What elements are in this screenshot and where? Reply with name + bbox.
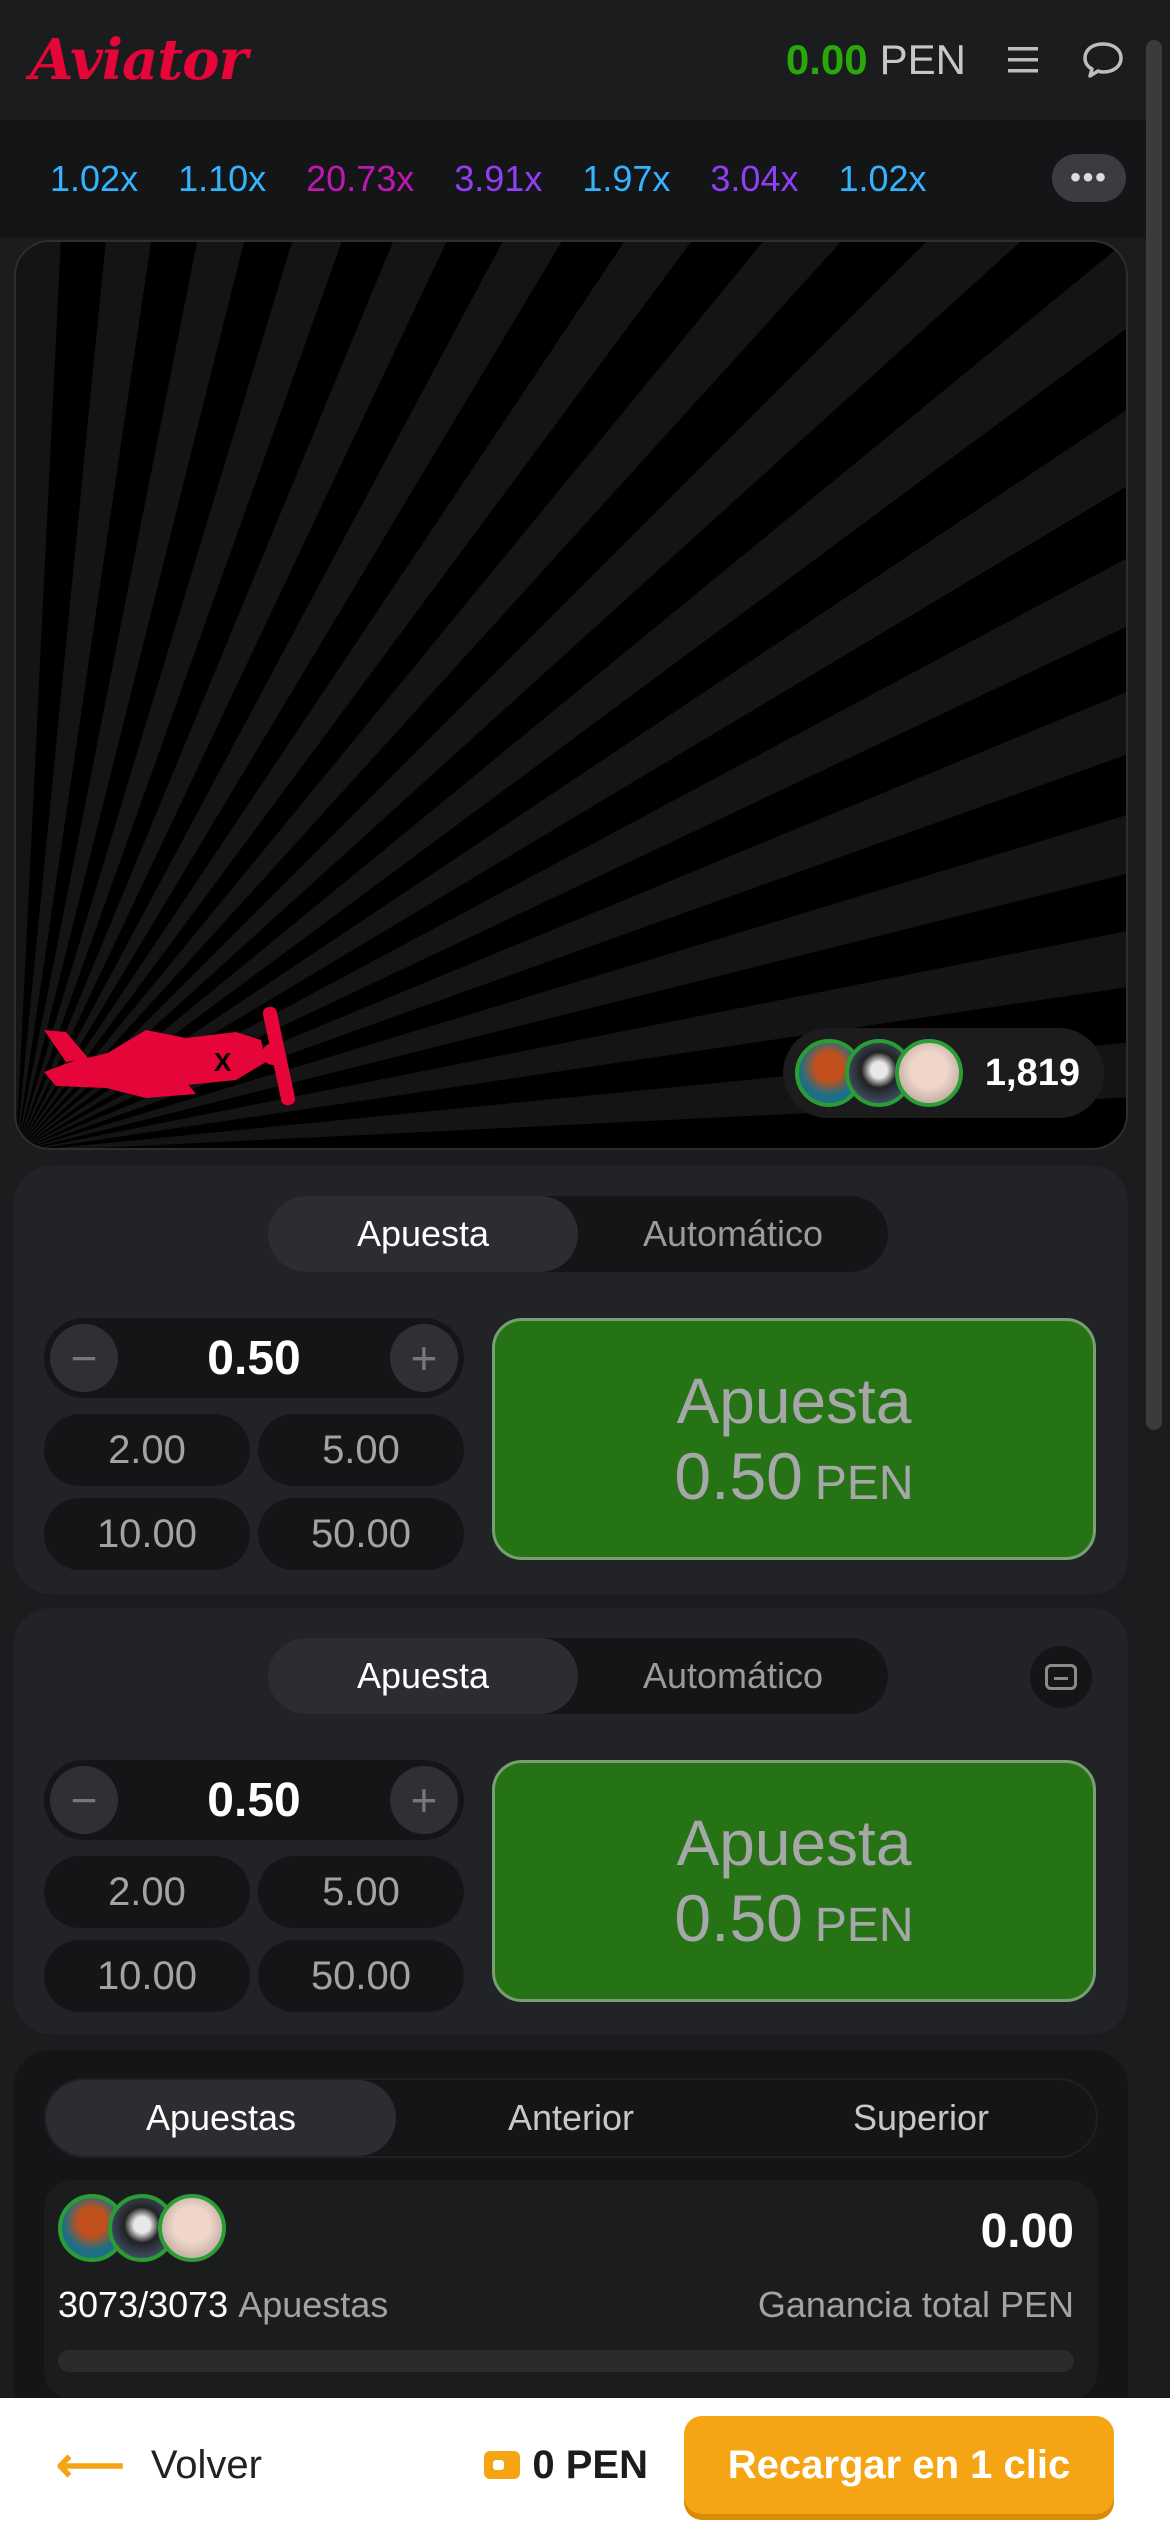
place-bet-button[interactable]: Apuesta 0.50 PEN [492, 1760, 1096, 2002]
bet-amount-stepper: − 0.50 + [44, 1318, 464, 1398]
bets-tabs: Apuestas Anterior Superior [44, 2078, 1098, 2158]
bottom-bar: ⟵ Volver 0 PEN Recargar en 1 clic [0, 2398, 1170, 2532]
more-history-button[interactable]: ••• [1052, 154, 1126, 202]
bet-button-currency: PEN [814, 1457, 914, 1510]
tab-automatico[interactable]: Automático [578, 1638, 888, 1714]
game-canvas: X 1,819 [14, 240, 1128, 1150]
tab-apuesta[interactable]: Apuesta [268, 1196, 578, 1272]
sunburst-background: X [16, 242, 1126, 1148]
quick-amount-button[interactable]: 2.00 [44, 1414, 250, 1486]
back-label: Volver [150, 2442, 262, 2487]
quick-amount-button[interactable]: 10.00 [44, 1498, 250, 1570]
quick-amount-button[interactable]: 50.00 [258, 1498, 464, 1570]
aviator-page: Aviator 0.00 PEN 1.02x 1.10x 20.73x 3.91x 1.9… [0, 0, 1170, 2532]
bets-count: 3073/3073 Apuestas [58, 2284, 389, 2325]
increase-button[interactable]: + [389, 1324, 458, 1392]
quick-amount-button[interactable]: 5.00 [258, 1856, 464, 1928]
tab-automatico[interactable]: Automático [578, 1196, 888, 1272]
multiplier-value[interactable]: 1.02x [838, 158, 926, 200]
balance-currency: PEN [879, 36, 966, 83]
bet-button-amount: 0.50 [674, 1881, 803, 1955]
tab-anterior[interactable]: Anterior [396, 2080, 746, 2156]
avatar [894, 1039, 963, 1107]
back-button[interactable]: ⟵ Volver [56, 2437, 262, 2493]
multiplier-value[interactable]: 20.73x [306, 158, 414, 200]
arrow-left-icon: ⟵ [56, 2439, 125, 2492]
bets-summary: 3073/3073 Apuestas 0.00 Ganancia total PE… [44, 2180, 1098, 2400]
total-win-label: Ganancia total PEN [757, 2284, 1074, 2325]
svg-text:X: X [214, 1047, 232, 1077]
players-count: 1,819 [984, 1051, 1080, 1094]
bet-mode-tabs: Apuesta Automático [268, 1638, 888, 1714]
bet-amount-value[interactable]: 0.50 [207, 1773, 300, 1828]
multiplier-history: 1.02x 1.10x 20.73x 3.91x 1.97x 3.04x 1.02x [0, 120, 1150, 238]
bet-button-amount: 0.50 [674, 1439, 803, 1513]
quick-amount-button[interactable]: 5.00 [258, 1414, 464, 1486]
multiplier-value[interactable]: 3.04x [710, 158, 798, 200]
bet-button-label: Apuesta [676, 1365, 912, 1437]
aviator-logo: Aviator [30, 27, 248, 93]
total-win-amount: 0.00 [980, 2205, 1074, 2258]
wallet-icon [484, 2451, 521, 2479]
menu-icon[interactable] [1000, 37, 1046, 83]
bet-button-currency: PEN [814, 1899, 914, 1952]
multiplier-value[interactable]: 1.10x [178, 158, 266, 200]
quick-amount-button[interactable]: 10.00 [44, 1940, 250, 2012]
place-bet-button[interactable]: Apuesta 0.50 PEN [492, 1318, 1096, 1560]
bets-section: Apuestas Anterior Superior 3073/3073 Apue… [14, 2050, 1128, 2400]
remove-panel-icon[interactable] [1030, 1646, 1092, 1708]
bet-amount-value[interactable]: 0.50 [207, 1331, 300, 1386]
bet-mode-tabs: Apuesta Automático [268, 1196, 888, 1272]
chat-icon[interactable] [1080, 37, 1126, 83]
increase-button[interactable]: + [389, 1766, 458, 1834]
balance: 0.00 PEN [786, 36, 966, 84]
tab-apuestas[interactable]: Apuestas [46, 2080, 396, 2156]
wallet-balance: 0 PEN [484, 2443, 648, 2488]
multiplier-value[interactable]: 3.91x [454, 158, 542, 200]
quick-amount-button[interactable]: 50.00 [258, 1940, 464, 2012]
top-bar: Aviator 0.00 PEN [0, 0, 1170, 120]
tab-apuesta[interactable]: Apuesta [268, 1638, 578, 1714]
tab-superior[interactable]: Superior [746, 2080, 1096, 2156]
bet-panel-1: Apuesta Automático − 0.50 + 2.00 5.00 10… [14, 1166, 1128, 1594]
players-online: 1,819 [782, 1028, 1104, 1118]
bet-panel-2: Apuesta Automático − 0.50 + 2.00 5.00 10… [14, 1608, 1128, 2034]
bet-amount-stepper: − 0.50 + [44, 1760, 464, 1840]
bet-button-label: Apuesta [676, 1807, 912, 1879]
recharge-button[interactable]: Recargar en 1 clic [684, 2416, 1114, 2514]
balance-amount: 0.00 [785, 36, 868, 83]
decrease-button[interactable]: − [50, 1766, 118, 1834]
multiplier-value[interactable]: 1.02x [50, 158, 138, 200]
avatar [158, 2194, 226, 2262]
wallet-amount: 0 PEN [532, 2442, 648, 2487]
bets-progress-bar [58, 2350, 1074, 2372]
multiplier-value[interactable]: 1.97x [582, 158, 670, 200]
decrease-button[interactable]: − [50, 1324, 118, 1392]
scrollbar[interactable] [1146, 40, 1162, 1430]
quick-amount-button[interactable]: 2.00 [44, 1856, 250, 1928]
